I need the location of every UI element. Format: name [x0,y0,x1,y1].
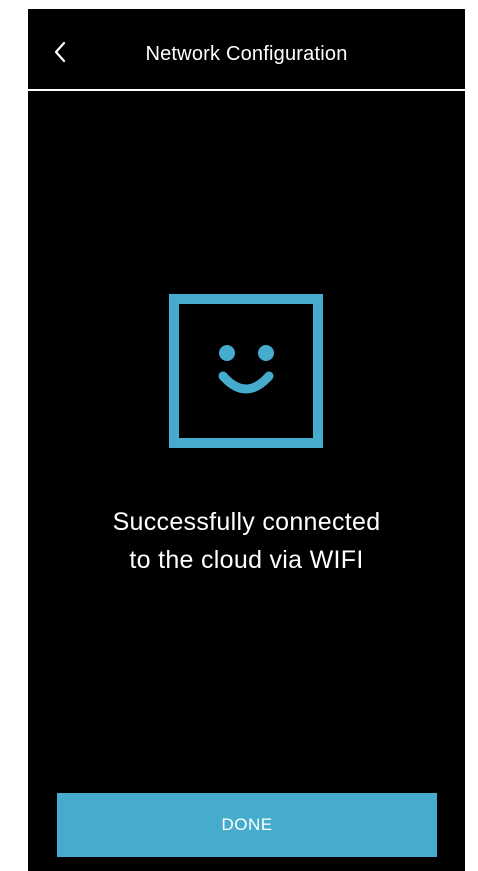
header-bar: Network Configuration [28,9,465,89]
smiley-face-icon [167,292,325,450]
status-message-line-2: to the cloud via WIFI [129,546,364,574]
done-button[interactable]: DONE [57,793,437,857]
network-configuration-screen: Network Configuration Successfully conne… [28,9,465,871]
header-divider [28,89,465,91]
status-message-line-1: Successfully connected [112,508,381,536]
status-message: Successfully connected to the cloud via … [28,503,465,579]
page-title: Network Configuration [145,43,348,65]
